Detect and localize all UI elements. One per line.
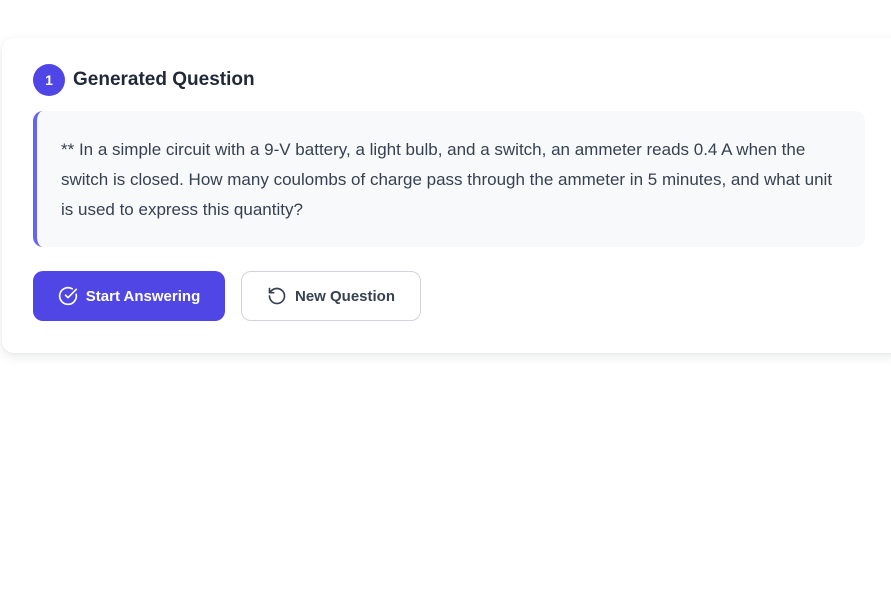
step-number-badge: 1 [33,64,65,96]
new-question-label: New Question [294,287,395,305]
new-question-button[interactable]: New Question [241,271,421,321]
question-header: 1 Generated Question [33,64,255,96]
check-circle-icon [58,286,78,306]
start-answering-button[interactable]: Start Answering [33,271,225,321]
question-card: 1 Generated Question ** In a simple circ… [2,38,891,353]
start-answering-label: Start Answering [85,287,201,305]
question-box: ** In a simple circuit with a 9-V batter… [33,111,865,247]
question-text: ** In a simple circuit with a 9-V batter… [61,140,833,219]
section-title: Generated Question [73,69,255,90]
rotate-ccw-icon [267,286,287,306]
action-buttons: Start Answering New Question [33,271,421,321]
